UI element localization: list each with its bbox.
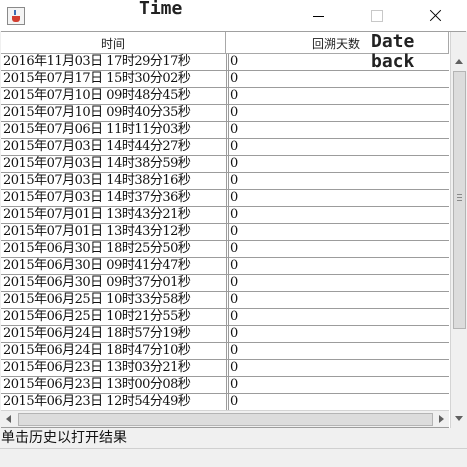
annotation-time: Time — [139, 0, 183, 19]
cell-days-back: 0 — [228, 71, 449, 87]
table-row[interactable]: 2015年07月10日 09时48分45秒 0 — [1, 88, 449, 105]
table-row[interactable]: 2015年06月25日 10时21分55秒 0 — [1, 309, 449, 326]
cell-days-back: 0 — [228, 258, 449, 274]
table-row[interactable]: 2015年07月03日 14时44分27秒 0 — [1, 139, 449, 156]
cell-days-back: 0 — [228, 343, 449, 359]
cell-days-back: 0 — [228, 173, 449, 189]
window-bottom-edge — [0, 448, 467, 467]
column-header-days-back-label: 回溯天数 — [312, 37, 361, 51]
cell-time: 2015年06月30日 09时41分47秒 — [3, 258, 191, 273]
table-row[interactable]: 2015年07月01日 13时43分21秒 0 — [1, 207, 449, 224]
cell-time: 2015年07月01日 13时43分21秒 — [3, 207, 191, 222]
cell-time: 2015年06月25日 10时33分58秒 — [3, 292, 191, 307]
table-row[interactable]: 2015年07月01日 13时43分12秒 0 — [1, 224, 449, 241]
table-row[interactable]: 2015年07月17日 15时30分02秒 0 — [1, 71, 449, 88]
annotation-date-back: Date back — [371, 31, 415, 72]
cell-time: 2015年07月10日 09时40分35秒 — [3, 105, 191, 120]
table-row[interactable]: 2015年07月06日 11时11分03秒 0 — [1, 122, 449, 139]
arrow-down-icon — [455, 416, 463, 421]
column-header-time[interactable]: 时间 — [1, 32, 226, 53]
cell-days-back: 0 — [228, 275, 449, 291]
table-row[interactable]: 2015年06月25日 10时33分58秒 0 — [1, 292, 449, 309]
cell-days-back: 0 — [228, 241, 449, 257]
arrow-right-icon — [439, 415, 444, 423]
cell-time: 2015年06月23日 13时03分21秒 — [3, 360, 191, 375]
table-row[interactable]: 2015年06月30日 09时41分47秒 0 — [1, 258, 449, 275]
scroll-thumb[interactable] — [453, 71, 466, 329]
vertical-scrollbar[interactable] — [450, 32, 466, 428]
cell-time: 2015年07月01日 13时43分12秒 — [3, 224, 191, 239]
table-row[interactable]: 2015年06月23日 13时03分21秒 0 — [1, 360, 449, 377]
cell-days-back: 0 — [228, 105, 449, 121]
cell-time: 2015年06月25日 10时21分55秒 — [3, 309, 191, 324]
cell-time: 2015年07月17日 15时30分02秒 — [3, 71, 191, 86]
close-icon[interactable] — [413, 0, 458, 31]
cell-time: 2016年11月03日 17时29分17秒 — [3, 54, 191, 69]
table-row[interactable]: 2015年07月03日 14时37分36秒 0 — [1, 190, 449, 207]
java-cup-icon — [7, 7, 25, 25]
cell-days-back: 0 — [228, 139, 449, 155]
scroll-left-button[interactable] — [1, 411, 17, 427]
cell-days-back: 0 — [228, 88, 449, 104]
cell-time: 2015年07月03日 14时38分59秒 — [3, 156, 191, 171]
cell-days-back: 0 — [228, 309, 449, 325]
cell-time: 2015年06月30日 18时25分50秒 — [3, 241, 191, 256]
minimize-icon[interactable] — [296, 0, 341, 31]
cell-days-back: 0 — [228, 292, 449, 308]
cell-days-back: 0 — [228, 377, 449, 393]
horizontal-scrollbar[interactable] — [1, 410, 449, 427]
table-row[interactable]: 2015年06月30日 09时37分01秒 0 — [1, 275, 449, 292]
arrow-left-icon — [6, 415, 11, 423]
cell-days-back: 0 — [228, 224, 449, 240]
scroll-right-button[interactable] — [433, 411, 449, 427]
arrow-up-icon — [455, 59, 463, 64]
cell-time: 2015年07月03日 14时38分16秒 — [3, 173, 191, 188]
cell-time: 2015年06月23日 12时54分49秒 — [3, 394, 191, 409]
history-table: 时间 回溯天数 2016年11月03日 17时29分17秒 0 2015年07月17… — [1, 31, 466, 428]
cell-time: 2015年06月24日 18时57分19秒 — [3, 326, 191, 341]
maximize-icon[interactable] — [353, 0, 398, 31]
cell-days-back: 0 — [228, 207, 449, 223]
scroll-down-button[interactable] — [451, 410, 466, 427]
cell-time: 2015年07月10日 09时48分45秒 — [3, 88, 191, 103]
cell-days-back: 0 — [228, 360, 449, 376]
table-row[interactable]: 2015年06月23日 13时00分08秒 0 — [1, 377, 449, 394]
table-body: 2016年11月03日 17时29分17秒 0 2015年07月17日 15时30分… — [1, 54, 449, 428]
cell-time: 2015年07月03日 14时44分27秒 — [3, 139, 191, 154]
table-row[interactable]: 2015年07月03日 14时38分59秒 0 — [1, 156, 449, 173]
cell-days-back: 0 — [228, 394, 449, 410]
table-row[interactable]: 2015年06月30日 18时25分50秒 0 — [1, 241, 449, 258]
cell-days-back: 0 — [228, 122, 449, 138]
cell-days-back: 0 — [228, 326, 449, 342]
table-row[interactable]: 2015年06月24日 18时47分10秒 0 — [1, 343, 449, 360]
table-row[interactable]: 2015年07月10日 09时40分35秒 0 — [1, 105, 449, 122]
status-bar-text: 单击历史以打开结果 — [1, 428, 466, 448]
cell-time: 2015年07月03日 14时37分36秒 — [3, 190, 191, 205]
title-bar — [0, 0, 467, 31]
scroll-up-button[interactable] — [451, 53, 466, 70]
cell-days-back: 0 — [228, 190, 449, 206]
cell-time: 2015年06月24日 18时47分10秒 — [3, 343, 191, 358]
horizontal-scroll-thumb[interactable] — [18, 413, 433, 426]
cell-time: 2015年07月06日 11时11分03秒 — [3, 122, 191, 137]
cell-days-back: 0 — [228, 156, 449, 172]
table-row[interactable]: 2015年06月23日 12时54分49秒 0 — [1, 394, 449, 411]
table-row[interactable]: 2015年06月24日 18时57分19秒 0 — [1, 326, 449, 343]
cell-time: 2015年06月23日 13时00分08秒 — [3, 377, 191, 392]
column-header-time-label: 时间 — [101, 37, 126, 51]
table-row[interactable]: 2015年07月03日 14时38分16秒 0 — [1, 173, 449, 190]
cell-time: 2015年06月30日 09时37分01秒 — [3, 275, 191, 290]
